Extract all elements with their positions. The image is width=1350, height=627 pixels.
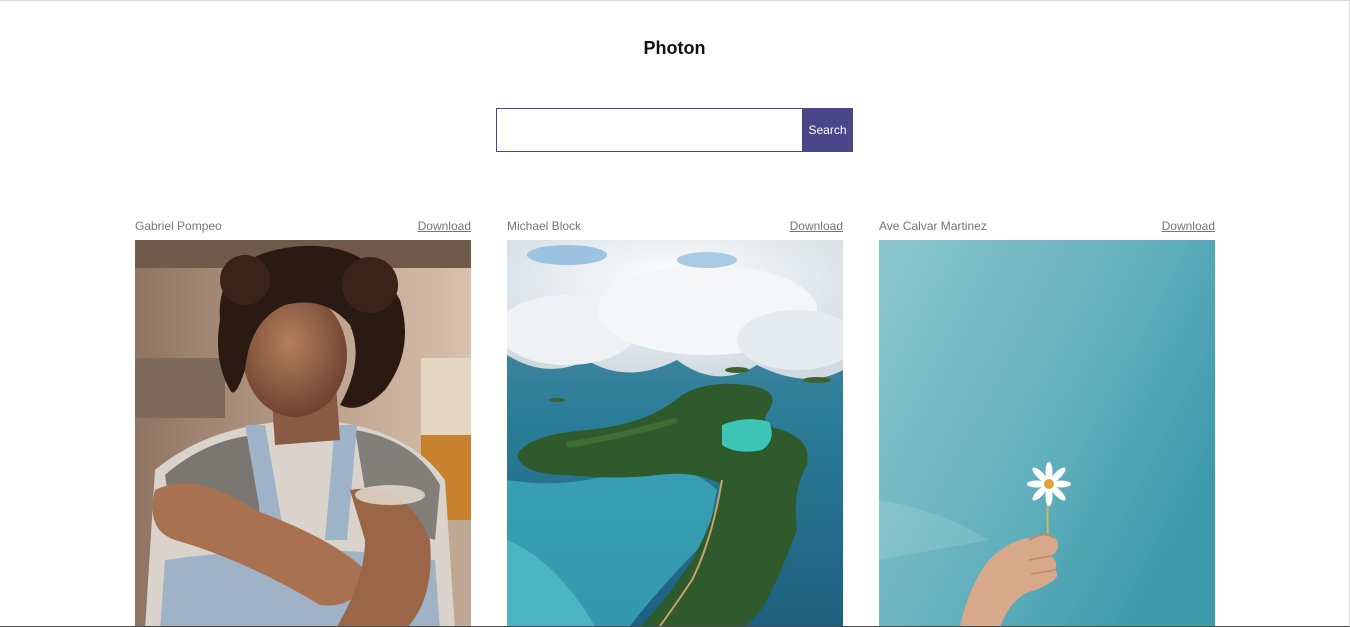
photo-card: Michael Block Download [507,219,843,627]
search-form: Search [496,108,853,152]
photo-card: Gabriel Pompeo Download [135,219,471,627]
photo-author: Ave Calvar Martinez [879,219,987,233]
photo-card-header: Ave Calvar Martinez Download [879,219,1215,240]
photo-card-header: Michael Block Download [507,219,843,240]
photo-author: Gabriel Pompeo [135,219,222,233]
page: Photon Search Gabriel Pompeo Download Mi… [0,0,1350,627]
photo-daisy-hand[interactable] [879,240,1215,627]
app-title: Photon [643,38,706,58]
download-link[interactable]: Download [418,219,471,233]
photo-card-header: Gabriel Pompeo Download [135,219,471,240]
download-link[interactable]: Download [790,219,843,233]
search-button[interactable]: Search [802,108,853,152]
photo-grid: Gabriel Pompeo Download Michael Block Do… [135,219,1215,627]
download-link[interactable]: Download [1162,219,1215,233]
photo-portrait-woman[interactable] [135,240,471,627]
photo-author: Michael Block [507,219,582,233]
photo-card: Ave Calvar Martinez Download [879,219,1215,627]
search-input[interactable] [496,108,802,152]
photo-aerial-island[interactable] [507,240,843,627]
